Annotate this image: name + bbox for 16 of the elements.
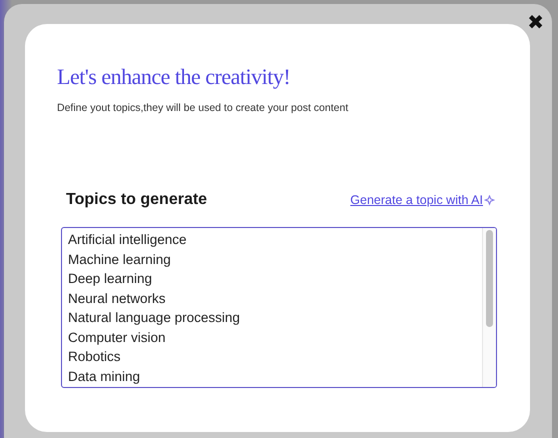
topic-line: Robotics [68,348,122,366]
generate-ai-link[interactable]: Generate a topic with AI [350,193,495,207]
topic-line: Machine learning [68,250,172,269]
topic-line: Artificial intelligence [68,231,188,249]
dialog-title: Let's enhance the creativity! [57,64,292,90]
topic-line: Data mining [68,368,142,386]
topic-line: Deep learning [68,270,154,288]
topic-line: Natural language processing [68,309,241,327]
sparkle-icon [484,194,495,206]
scrollbar[interactable] [482,228,496,387]
section-title: Topics to generate [66,191,208,209]
topics-textarea[interactable]: Artificial intelligence Machine learning Deep learning Neural networks Natural language processing Computer vision Robotics Data mining [61,227,497,388]
close-button[interactable]: ✖ [527,12,544,32]
topic-line: Computer vision [68,328,167,347]
dialog-subtitle: Define yout topics,they will be used to create your post content [57,102,350,114]
topic-line: Neural networks [68,290,167,308]
